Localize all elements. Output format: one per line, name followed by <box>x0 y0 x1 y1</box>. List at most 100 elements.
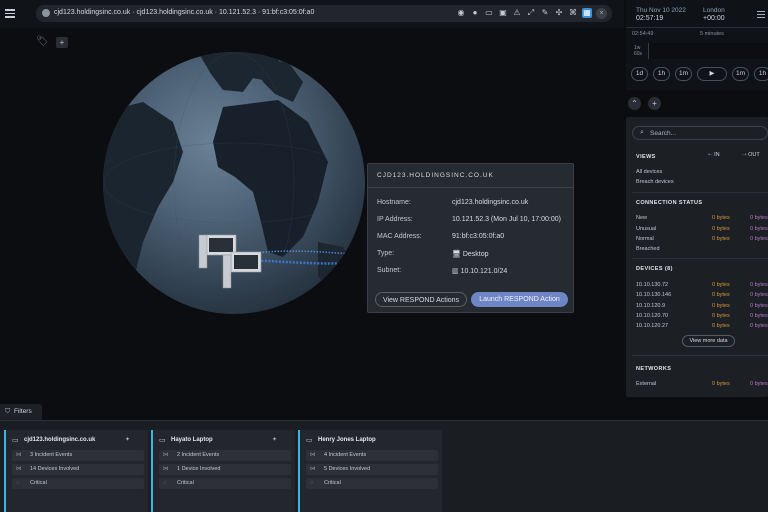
pin-icon[interactable]: ✦ <box>272 436 277 443</box>
connection-status-title: CONNECTION STATUS <box>636 200 703 206</box>
type-text: Desktop <box>462 251 489 258</box>
address-bar[interactable]: cjd123.holdingsinc.co.uk · cjd123.holdin… <box>36 5 612 22</box>
status-normal-in: 0 bytes <box>712 236 730 242</box>
timezone-city: London <box>703 7 725 14</box>
devices-icon: ⋈ <box>16 466 22 472</box>
device-row-label[interactable]: 10.10.130.72 <box>636 282 668 288</box>
device-row-label[interactable]: 10.10.120.27 <box>636 323 668 329</box>
divider <box>626 27 768 28</box>
mac-label: MAC Address: <box>377 233 422 240</box>
incident-card[interactable]: ▭ Henry Jones Laptop ⋈ 4 Incident Events … <box>298 430 442 512</box>
timeline-start: 02:54:49 <box>632 31 654 37</box>
devices-icon: ⋈ <box>163 466 169 472</box>
back-1d-button[interactable]: 1d <box>631 67 648 81</box>
incident-card[interactable]: ▭ Hayato Laptop ✦ ⋈ 2 Incident Events ⋈ 1 … <box>151 430 295 512</box>
devices-involved-row: ⋈ 1 Device Involved <box>159 464 291 475</box>
type-value: 🖥 Desktop <box>452 250 572 258</box>
view-respond-actions-button[interactable]: View RESPOND Actions <box>375 292 467 307</box>
search-icon: ⌕ <box>640 129 644 136</box>
status-new-in: 0 bytes <box>712 215 730 221</box>
forward-1m-button[interactable]: 1m <box>732 67 749 81</box>
hostname-value: cjd123.holdingsinc.co.uk <box>452 199 529 206</box>
pin-icon[interactable]: ✦ <box>125 436 130 443</box>
globe-visualization[interactable] <box>103 52 365 314</box>
events-icon: ⋈ <box>163 452 169 458</box>
in-header: ⇠ IN <box>708 152 720 158</box>
incident-card[interactable]: ▭ cjd123.holdingsinc.co.uk ✦ ⋈ 3 Incident… <box>4 430 148 512</box>
severity: Critical <box>324 480 341 486</box>
menu-icon[interactable] <box>5 9 15 18</box>
device-row-out: 0 bytes <box>750 282 768 288</box>
collapse-button[interactable]: ⌃ <box>628 97 641 110</box>
view-breach-devices[interactable]: Breach devices <box>636 179 674 185</box>
status-unusual-label[interactable]: Unusual <box>636 226 656 232</box>
card-title: cjd123.holdingsinc.co.uk <box>24 437 96 443</box>
remote-endpoint[interactable] <box>357 230 365 252</box>
add-tag-button[interactable]: + <box>56 37 68 48</box>
search-input[interactable]: ⌕ Search... <box>632 126 768 140</box>
site-icon <box>42 9 50 17</box>
add-button[interactable]: + <box>648 97 661 110</box>
network-row-label[interactable]: External <box>636 381 656 387</box>
compass-icon[interactable]: ▦ <box>582 8 592 18</box>
tag-icon[interactable]: 🏷 <box>36 36 49 47</box>
mac-value: 91:bf:c3:05:0f:a0 <box>452 233 505 240</box>
views-section-title: VIEWS <box>636 154 656 160</box>
hostname-label: Hostname: <box>377 199 411 206</box>
subnet-value: ▥ 10.10.121.0/24 <box>452 267 572 275</box>
menu-icon[interactable] <box>757 11 765 18</box>
device-row-in: 0 bytes <box>712 282 730 288</box>
ip-value: 10.121.52.3 (Mon Jul 10, 17:00:00) <box>452 216 561 223</box>
device-row-label[interactable]: 10.10.130.146 <box>636 292 671 298</box>
devices-involved: 1 Device Involved <box>177 466 221 472</box>
status-new-label[interactable]: New <box>636 215 647 221</box>
view-all-devices[interactable]: All devices <box>636 169 662 175</box>
fingerprint-icon[interactable]: ◉ <box>456 8 466 18</box>
timezone-offset: +00:00 <box>703 15 725 22</box>
url-text: cjd123.holdingsinc.co.uk · cjd123.holdin… <box>54 9 315 16</box>
device-row-label[interactable]: 10.10.120.70 <box>636 313 668 319</box>
type-label: Type: <box>377 250 395 257</box>
pin-icon[interactable]: ● <box>470 8 480 18</box>
back-1h-button[interactable]: 1h <box>653 67 670 81</box>
severity-icon: ◌ <box>310 480 314 486</box>
view-more-data-button[interactable]: View more data <box>682 335 735 347</box>
incident-events-row: ⋈ 4 Incident Events <box>306 450 438 461</box>
status-normal-label[interactable]: Normal <box>636 236 654 242</box>
severity: Critical <box>30 480 47 486</box>
out-label: OUT <box>748 152 760 158</box>
devices-involved: 14 Devices Involved <box>30 466 80 472</box>
launch-respond-action-button[interactable]: Launch RESPOND Action <box>471 292 568 307</box>
graph-icon[interactable]: ⌘ <box>568 8 578 18</box>
close-icon[interactable]: × <box>596 8 607 19</box>
warning-icon[interactable]: ⚠ <box>512 8 522 18</box>
incident-events-row: ⋈ 3 Incident Events <box>12 450 144 461</box>
desktop-device-icon[interactable] <box>222 251 262 289</box>
device-row-label[interactable]: 10.10.120.9 <box>636 303 665 309</box>
divider <box>632 192 768 193</box>
laptop-icon: ▭ <box>12 437 19 444</box>
edit-icon[interactable]: ✎ <box>540 8 550 18</box>
image-icon[interactable]: ▣ <box>498 8 508 18</box>
timeline-axis-label: 1w 60s <box>634 45 643 57</box>
subnet-icon: ▥ <box>452 268 461 275</box>
popup-title: CJD123.HOLDINGSINC.CO.UK <box>377 172 494 179</box>
timeline-track[interactable] <box>648 43 768 59</box>
device-row-in: 0 bytes <box>712 303 730 309</box>
device-row-out: 0 bytes <box>750 292 768 298</box>
card-title: Henry Jones Laptop <box>318 437 376 443</box>
expand-icon[interactable]: ⤢ <box>526 8 536 18</box>
filters-tab[interactable]: ⛉ Filters <box>0 404 42 420</box>
chat-icon[interactable]: ▭ <box>484 8 494 18</box>
back-1m-button[interactable]: 1m <box>675 67 692 81</box>
search-placeholder: Search... <box>650 130 677 137</box>
laptop-icon: ▭ <box>159 437 166 444</box>
forward-1h-button[interactable]: 1h <box>754 67 768 81</box>
network-row-out: 0 bytes <box>750 381 768 387</box>
devices-involved-row: ⋈ 5 Devices Involved <box>306 464 438 475</box>
play-button[interactable]: ▶ <box>697 67 727 81</box>
status-breached-label[interactable]: Breached <box>636 246 660 252</box>
network-icon[interactable]: ✣ <box>554 8 564 18</box>
severity: Critical <box>177 480 194 486</box>
current-time: 02:57:19 <box>636 15 664 22</box>
